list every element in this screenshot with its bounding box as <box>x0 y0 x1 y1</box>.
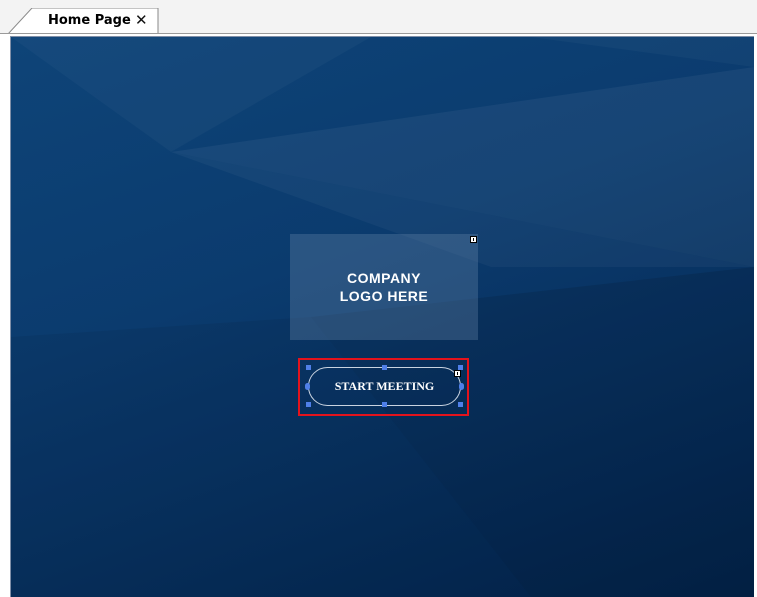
start-meeting-button[interactable]: START MEETING <box>308 367 461 406</box>
resize-handle-bottom-right[interactable] <box>458 402 463 407</box>
start-meeting-selection[interactable]: START MEETING <box>305 365 464 407</box>
resize-handle-right[interactable] <box>459 383 464 390</box>
logo-text-line-2: LOGO HERE <box>339 288 429 304</box>
tab-label: Home Page <box>48 13 131 28</box>
resize-handle-bottom[interactable] <box>382 402 387 407</box>
tab-bar-divider <box>0 33 757 34</box>
tab-home-page[interactable]: Home Page ✕ <box>8 8 160 34</box>
resize-handle-top[interactable] <box>382 365 387 370</box>
logo-placeholder[interactable]: COMPANY LOGO HERE <box>290 234 478 340</box>
resize-handle-left[interactable] <box>305 383 310 390</box>
tab-bar: Home Page ✕ <box>0 0 757 34</box>
info-marker-icon[interactable] <box>470 236 477 243</box>
resize-handle-top-left[interactable] <box>306 365 311 370</box>
design-canvas[interactable]: COMPANY LOGO HERE START MEETING <box>10 36 754 597</box>
info-marker-icon[interactable] <box>454 370 461 377</box>
start-meeting-label: START MEETING <box>334 379 435 393</box>
close-icon[interactable]: ✕ <box>135 11 148 29</box>
logo-text-line-1: COMPANY <box>346 270 422 286</box>
resize-handle-bottom-left[interactable] <box>306 402 311 407</box>
